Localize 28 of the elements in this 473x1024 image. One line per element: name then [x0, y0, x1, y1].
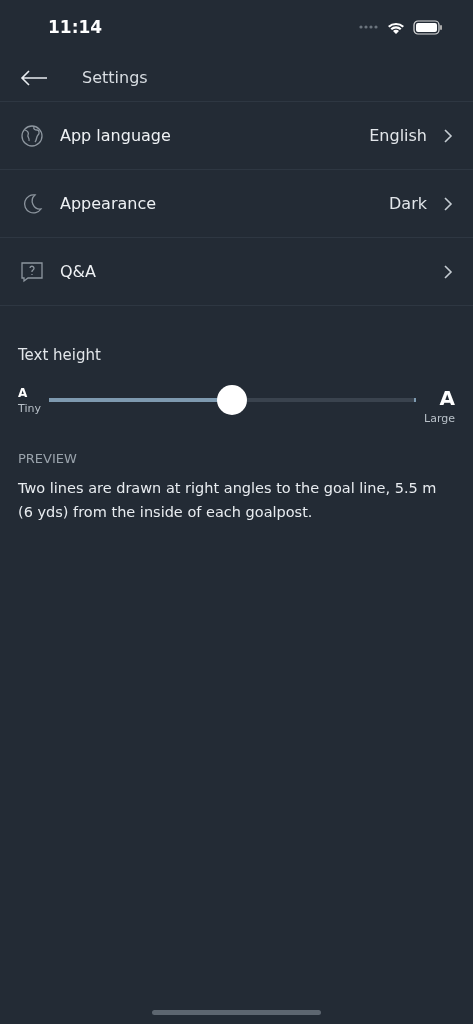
settings-row[interactable]: Appearance Dark: [0, 170, 473, 238]
chevron-right-icon: [443, 127, 453, 144]
row-value: English: [369, 126, 427, 145]
max-label: Large: [424, 412, 455, 425]
row-label: App language: [60, 126, 172, 145]
wifi-icon: [387, 20, 405, 34]
text-height-slider[interactable]: [48, 385, 417, 415]
signal-icon: [359, 25, 379, 29]
chevron-right-icon: [443, 263, 453, 280]
min-label: Tiny: [18, 402, 41, 415]
back-arrow-icon[interactable]: [20, 68, 48, 87]
section-title: Text height: [18, 346, 102, 364]
preview-text: Two lines are drawn at right angles to the goal line, 5.5 m (6 yds) from the inside of each goalpost.: [18, 479, 438, 522]
settings-row[interactable]: App language English: [0, 102, 473, 170]
chevron-right-icon: [443, 195, 453, 212]
preview-heading: PREVIEW: [18, 451, 78, 466]
question-icon: [20, 259, 44, 284]
status-time: 11:14: [48, 17, 103, 37]
settings-row[interactable]: Q&A: [0, 238, 473, 306]
row-label: Q&A: [60, 262, 97, 281]
slider-thumb[interactable]: [217, 385, 248, 415]
large-a-glyph: A: [439, 386, 455, 410]
page-title: Settings: [82, 68, 148, 87]
row-label: Appearance: [60, 194, 158, 213]
battery-icon: [413, 19, 443, 35]
row-value: Dark: [389, 194, 427, 213]
globe-icon: [20, 123, 44, 148]
small-a-glyph: A: [18, 386, 28, 400]
